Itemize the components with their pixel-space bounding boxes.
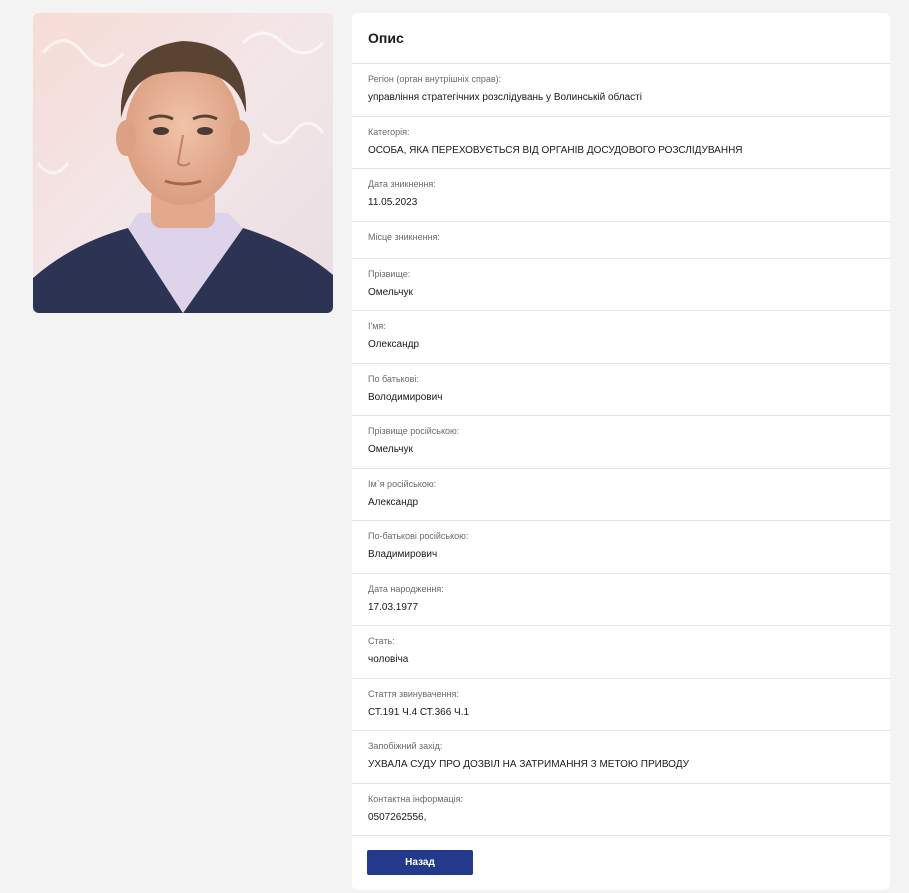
field-value: 11.05.2023 — [368, 197, 418, 208]
field-value: управління стратегічних розслідувань у В… — [368, 92, 642, 103]
field-value: УХВАЛА СУДУ ПРО ДОЗВІЛ НА ЗАТРИМАННЯ З М… — [368, 759, 689, 770]
field-value: 0507262556, — [368, 811, 427, 823]
person-photo-image — [33, 13, 333, 313]
field-value: 17.03.1977 — [368, 601, 419, 613]
field-label: Стаття звинувачення: — [368, 688, 459, 699]
field-label: Дата зникнення: — [368, 179, 436, 189]
field-value: Владимирович — [368, 549, 438, 560]
field-surname-ru: Прізвище російською: Омельчук — [352, 416, 890, 469]
field-category: Категорія: ОСОБА, ЯКА ПЕРЕХОВУЄТЬСЯ ВІД … — [352, 117, 890, 169]
field-value: чоловіча — [368, 654, 409, 665]
field-patronymic-ru: По-батькові російською: Владимирович — [352, 521, 890, 574]
field-preventive-measure: Запобіжний захід: УХВАЛА СУДУ ПРО ДОЗВІЛ… — [352, 731, 890, 784]
field-missing-place: Місце зникнення: — [352, 222, 890, 259]
field-missing-date: Дата зникнення: 11.05.2023 — [352, 169, 890, 222]
back-button[interactable]: Назад — [367, 850, 473, 875]
field-first-name: І'мя: Олександр — [352, 311, 890, 364]
field-label: Контактна інформація: — [368, 793, 463, 804]
field-label: Категорія: — [368, 126, 410, 137]
field-value: Омельчук — [368, 444, 413, 455]
field-value: СТ.191 Ч.4 СТ.366 Ч.1 — [368, 706, 470, 718]
field-label: Регіон (орган внутрішніх справ): — [368, 74, 502, 84]
field-value: Александр — [368, 496, 419, 508]
field-label: По батькові: — [368, 373, 419, 384]
field-value: Омельчук — [368, 286, 413, 298]
field-sex: Стать: чоловіча — [352, 626, 890, 679]
field-patronymic: По батькові: Володимирович — [352, 364, 890, 416]
field-surname: Прізвище: Омельчук — [352, 259, 890, 311]
field-label: Стать: — [368, 636, 395, 646]
field-label: Місце зникнення: — [368, 231, 440, 242]
field-label: По-батькові російською: — [368, 531, 469, 541]
field-value: Володимирович — [368, 391, 443, 403]
field-first-name-ru: Ім`я російською: Александр — [352, 469, 890, 521]
field-charge-article: Стаття звинувачення: СТ.191 Ч.4 СТ.366 Ч… — [352, 679, 890, 731]
card-actions: Назад — [352, 836, 890, 875]
field-value: Олександр — [368, 339, 420, 350]
person-photo — [33, 13, 333, 313]
field-contact-info: Контактна інформація: 0507262556, — [352, 784, 890, 836]
description-card: Опис Регіон (орган внутрішніх справ): уп… — [352, 13, 890, 890]
field-label: Ім`я російською: — [368, 478, 437, 489]
field-value: ОСОБА, ЯКА ПЕРЕХОВУЄТЬСЯ ВІД ОРГАНІВ ДОС… — [368, 144, 743, 156]
field-birth-date: Дата народження: 17.03.1977 — [352, 574, 890, 626]
field-region: Регіон (орган внутрішніх справ): управлі… — [352, 64, 890, 117]
field-label: Дата народження: — [368, 583, 444, 594]
field-label: Прізвище: — [368, 268, 411, 279]
card-title: Опис — [352, 13, 890, 64]
field-label: Запобіжний захід: — [368, 741, 443, 751]
field-label: І'мя: — [368, 321, 386, 331]
field-label: Прізвище російською: — [368, 426, 460, 436]
